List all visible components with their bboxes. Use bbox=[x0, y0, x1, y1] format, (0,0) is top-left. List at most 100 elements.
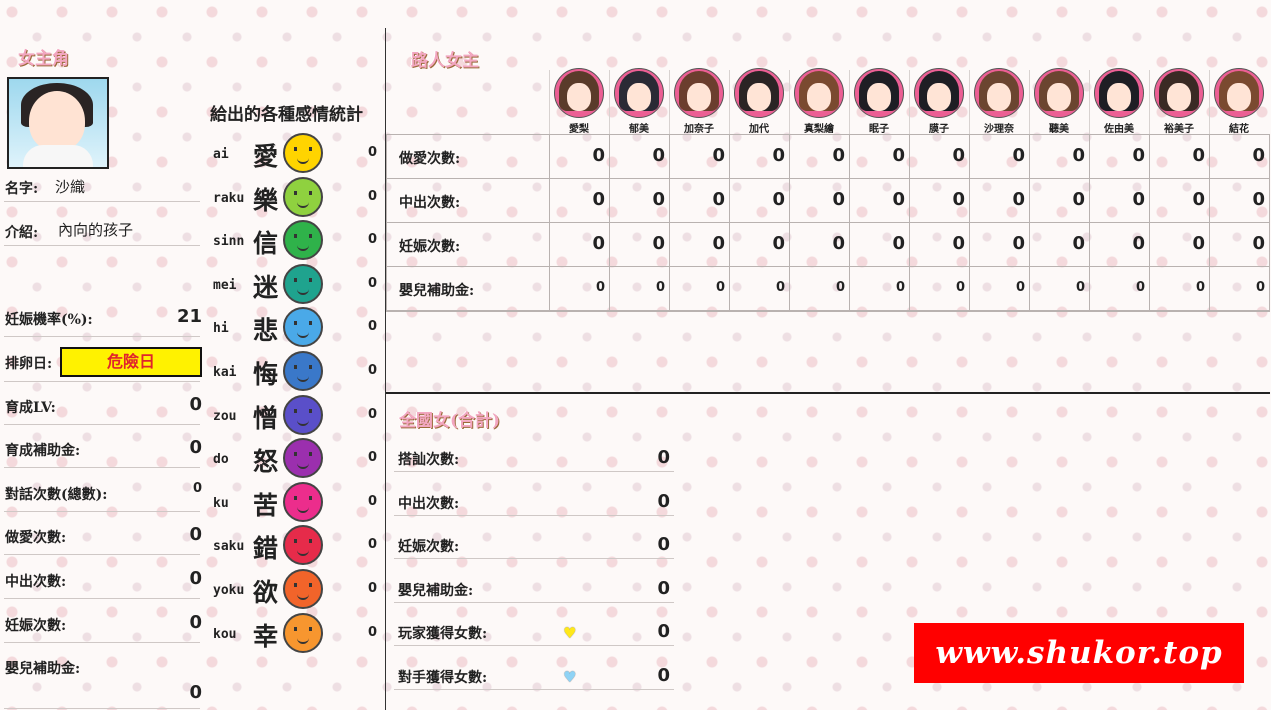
avatar-face bbox=[747, 83, 771, 111]
face-mouth bbox=[297, 506, 309, 513]
table-col-rule bbox=[1089, 134, 1090, 310]
table-rule bbox=[386, 178, 1270, 179]
divider bbox=[4, 245, 200, 246]
emotion-row: kou 幸 0 bbox=[213, 612, 383, 653]
table-cell: 0 bbox=[1255, 280, 1265, 295]
emotion-face-icon bbox=[283, 612, 323, 653]
national-row-label: 搭訕次數: bbox=[398, 452, 460, 468]
emotion-romaji: raku bbox=[213, 190, 245, 206]
emotion-row: ku 苦 0 bbox=[213, 481, 383, 522]
table-cell: 0 bbox=[1195, 280, 1205, 295]
emotion-face-icon bbox=[283, 176, 323, 217]
emotion-row: saku 錯 0 bbox=[213, 525, 383, 566]
divider bbox=[4, 381, 200, 382]
table-cell: 0 bbox=[712, 189, 725, 210]
table-cell: 0 bbox=[892, 233, 905, 254]
emotion-romaji: ku bbox=[213, 495, 229, 511]
avatar-face bbox=[567, 83, 591, 111]
emotion-romaji: mei bbox=[213, 277, 237, 293]
avatar-name: 沙理奈 bbox=[984, 124, 1014, 135]
emotion-kanji: 悲 bbox=[253, 316, 279, 346]
table-rule bbox=[386, 310, 1270, 311]
table-cell: 0 bbox=[652, 145, 665, 166]
emotion-kanji: 憎 bbox=[253, 403, 279, 433]
avatar-face bbox=[627, 83, 651, 111]
table-cell: 0 bbox=[832, 189, 845, 210]
table-col-rule bbox=[909, 134, 910, 310]
table-cell: 0 bbox=[652, 189, 665, 210]
emotion-count: 0 bbox=[368, 450, 378, 466]
emotion-kanji: 悔 bbox=[253, 360, 279, 389]
emotion-count: 0 bbox=[368, 145, 378, 160]
face-eyes bbox=[294, 321, 312, 326]
emotion-row: do 怒 0 bbox=[213, 438, 383, 479]
table-col-rule bbox=[849, 134, 850, 310]
emotion-row: zou 憎 0 bbox=[213, 394, 383, 435]
stat-label: 對話次數(總數): bbox=[5, 487, 108, 503]
avatar-face bbox=[987, 83, 1011, 111]
emotion-romaji: sinn bbox=[213, 234, 245, 250]
avatar-name: 佐由美 bbox=[1104, 124, 1134, 135]
table-col-rule bbox=[1029, 134, 1030, 310]
divider bbox=[394, 602, 674, 603]
table-cell: 0 bbox=[1012, 145, 1025, 166]
table-cell: 0 bbox=[1072, 145, 1085, 166]
header-col-rule bbox=[1209, 70, 1210, 134]
face-mouth bbox=[297, 593, 309, 600]
stat-value: 0 bbox=[192, 481, 202, 496]
table-row-label: 做愛次數: bbox=[399, 151, 461, 167]
heroine-avatar bbox=[614, 68, 664, 118]
emotion-row: raku 樂 0 bbox=[213, 176, 383, 217]
yellow-heart-icon: ♥ bbox=[563, 624, 577, 642]
header-col-rule bbox=[789, 70, 790, 134]
divider bbox=[4, 554, 200, 555]
table-cell: 0 bbox=[1192, 189, 1205, 210]
header-col-rule bbox=[729, 70, 730, 134]
table-cell: 0 bbox=[712, 233, 725, 254]
emotion-romaji: kai bbox=[213, 365, 237, 380]
face-eyes bbox=[294, 408, 312, 413]
header-col-rule bbox=[1149, 70, 1150, 134]
table-cell: 0 bbox=[1075, 280, 1085, 295]
avatar-face bbox=[687, 83, 711, 111]
table-rule bbox=[386, 266, 1270, 267]
emotion-row: kai 悔 0 bbox=[213, 351, 383, 391]
table-rule bbox=[386, 222, 1270, 223]
emotion-face-icon bbox=[283, 263, 323, 304]
face-eyes bbox=[294, 277, 312, 282]
emotion-kanji: 苦 bbox=[253, 490, 279, 520]
table-cell: 0 bbox=[592, 189, 605, 210]
header-col-rule bbox=[1029, 70, 1030, 134]
divider bbox=[394, 515, 674, 516]
emotion-face-icon bbox=[283, 481, 323, 522]
stat-label: 育成LV: bbox=[5, 400, 56, 416]
avatar-face bbox=[1227, 83, 1251, 111]
stat-value: 0 bbox=[189, 437, 202, 458]
table-cell: 0 bbox=[895, 280, 905, 295]
heroine-avatar bbox=[1094, 68, 1144, 118]
table-cell: 0 bbox=[1132, 233, 1145, 254]
emotion-kanji: 幸 bbox=[253, 621, 279, 651]
table-cell: 0 bbox=[775, 280, 785, 295]
table-col-rule bbox=[1209, 134, 1210, 310]
emotion-romaji: zou bbox=[213, 408, 237, 424]
emotion-count: 0 bbox=[368, 188, 378, 204]
table-cell: 0 bbox=[1135, 280, 1145, 295]
table-cell: 0 bbox=[1252, 189, 1265, 210]
stat-value: 0 bbox=[189, 524, 202, 545]
divider bbox=[394, 471, 674, 472]
emotion-face-icon bbox=[283, 569, 323, 609]
emotion-count: 0 bbox=[368, 232, 378, 248]
face-mouth bbox=[297, 549, 309, 557]
header-col-rule bbox=[849, 70, 850, 134]
face-eyes bbox=[294, 190, 312, 195]
emotion-face-icon bbox=[283, 394, 323, 435]
table-cell: 0 bbox=[832, 145, 845, 166]
table-cell: 0 bbox=[772, 145, 785, 166]
table-col-rule bbox=[729, 134, 730, 310]
heroine-portrait bbox=[7, 77, 109, 169]
divider bbox=[4, 467, 200, 468]
emotion-row: yoku 欲 0 bbox=[213, 569, 383, 609]
stat-value: 0 bbox=[189, 612, 202, 633]
avatar-name: 膜子 bbox=[929, 124, 949, 135]
